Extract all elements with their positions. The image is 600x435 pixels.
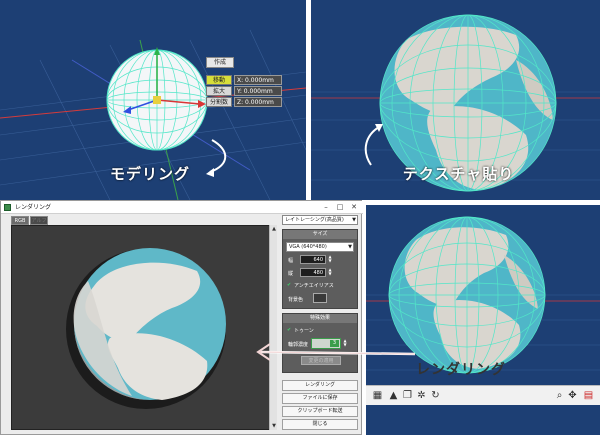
width-input[interactable]: 640 (300, 255, 326, 264)
save-file-button[interactable]: ファイルに保存 (282, 393, 358, 404)
preview-scrollbar[interactable]: ▲ ▼ (269, 225, 277, 430)
size-heading: サイズ (283, 230, 357, 239)
grid-icon[interactable]: ▦ (372, 390, 383, 401)
move-icon[interactable]: ✥ (567, 390, 578, 401)
toon-check-icon[interactable]: ✔ (287, 327, 291, 333)
camera-icon[interactable]: ▲ (388, 390, 399, 401)
height-label: 縦 (288, 271, 294, 277)
close-button[interactable]: 閉じる (282, 419, 358, 430)
render-mode-value: レイトレーシング(高品質) (285, 217, 344, 223)
render-mode-select[interactable]: レイトレーシング(高品質) ▼ (282, 215, 358, 225)
gear-icon[interactable]: ✲ (416, 390, 427, 401)
size-preset-value: VGA (640*480) (289, 244, 327, 250)
rendering-window: レンダリング – □ ✕ RGB アルファ ▲ ▼ レイトレーシング(高品質) … (0, 200, 363, 435)
window-title: レンダリング (15, 204, 52, 211)
bg-color-label: 背景色 (288, 297, 304, 303)
render-result-viewport[interactable]: ▦ ▲ ❐ ✲ ↻ ⌕ ✥ ▤ (366, 205, 600, 435)
copy-icon[interactable]: ❐ (402, 390, 413, 401)
width-label: 幅 (288, 258, 294, 264)
property-key[interactable]: 拡大 (206, 86, 232, 96)
property-value[interactable]: Y: 0.000mm (234, 86, 282, 96)
refresh-icon[interactable]: ↻ (430, 390, 441, 401)
render-preview[interactable] (11, 225, 277, 430)
viewer-toolbar: ▦ ▲ ❐ ✲ ↻ ⌕ ✥ ▤ (366, 385, 600, 405)
property-key[interactable]: 分割数 (206, 97, 232, 107)
rendered-toon-globe (66, 248, 226, 409)
width-stepper-icon[interactable]: ▲ ▼ (328, 255, 332, 264)
property-row-divisions[interactable]: 分割数 Z: 0.000mm (206, 97, 282, 107)
effect-heading: 特殊効果 (283, 314, 357, 323)
close-icon[interactable]: ✕ (347, 202, 361, 213)
property-value[interactable]: X: 0.000mm (234, 75, 282, 85)
chevron-down-icon: ▼ (348, 244, 352, 250)
size-preset-select[interactable]: VGA (640*480) ▼ (286, 242, 354, 252)
curved-arrow-icon (209, 139, 227, 173)
texture-viewport[interactable]: テクスチャ貼り (311, 0, 600, 200)
antialias-check-icon[interactable]: ✔ (287, 282, 291, 288)
maximize-icon[interactable]: □ (333, 202, 347, 213)
search-icon[interactable]: ⌕ (554, 390, 565, 401)
property-value[interactable]: Z: 0.000mm (234, 97, 282, 107)
modeling-caption: モデリング (110, 165, 191, 183)
property-row-move[interactable]: 移動 X: 0.000mm (206, 75, 282, 85)
property-key[interactable]: 移動 (206, 75, 232, 85)
height-stepper-icon[interactable]: ▲ ▼ (328, 268, 332, 277)
chevron-down-icon: ▼ (352, 217, 356, 223)
antialias-label[interactable]: アンチエイリアス (294, 282, 334, 289)
height-input[interactable]: 480 (300, 268, 326, 277)
minimize-icon[interactable]: – (319, 202, 333, 213)
window-titlebar[interactable]: レンダリング – □ ✕ (1, 201, 363, 214)
scroll-down-icon[interactable]: ▼ (270, 422, 278, 430)
property-row-scale[interactable]: 拡大 Y: 0.000mm (206, 86, 282, 96)
layer-icon[interactable]: ▤ (583, 390, 594, 401)
modeling-viewport[interactable]: 作成 移動 X: 0.000mm 拡大 Y: 0.000mm 分割数 Z: 0.… (0, 0, 306, 200)
tab-rgb[interactable]: RGB (11, 216, 29, 225)
pointer-arrow (256, 343, 416, 361)
app-icon (4, 204, 11, 211)
toon-label[interactable]: トゥーン (294, 327, 314, 334)
scroll-up-icon[interactable]: ▲ (270, 225, 278, 233)
property-header[interactable]: 作成 (206, 57, 234, 68)
render-button[interactable]: レンダリング (282, 380, 358, 391)
clipboard-button[interactable]: クリップボード転送 (282, 406, 358, 417)
size-group: サイズ VGA (640*480) ▼ 幅 640 ▲ ▼ 縦 480 ▲ ▼ ✔ … (282, 229, 358, 309)
rendering-caption: レンダリング (416, 362, 506, 378)
tab-alpha[interactable]: アルファ (30, 216, 48, 233)
curved-arrow-icon (364, 126, 380, 166)
texture-caption: テクスチャ貼り (402, 165, 515, 183)
bg-color-swatch[interactable] (313, 293, 327, 303)
gizmo-center (153, 96, 161, 104)
